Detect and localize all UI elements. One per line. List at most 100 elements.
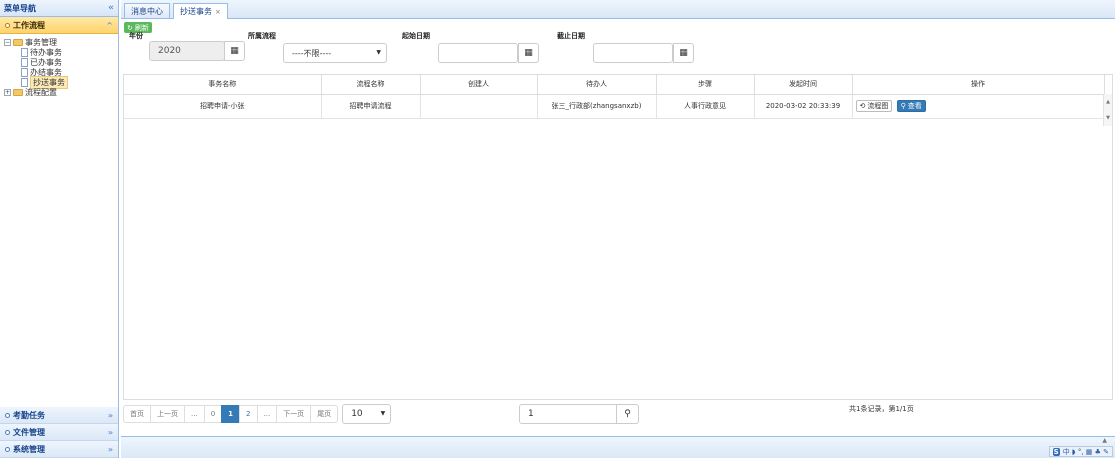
collapse-toggle-icon[interactable]: − bbox=[4, 38, 11, 46]
ime-toolbar[interactable]: S 中 ◗ °, ▦ ♣ ✎ bbox=[1048, 446, 1113, 457]
column-header[interactable]: 待办人 bbox=[537, 75, 657, 95]
year-value: 2020 bbox=[158, 46, 181, 56]
column-header[interactable]: 流程名称 bbox=[321, 75, 421, 95]
caret-down-icon: ▼ bbox=[380, 410, 386, 417]
page-jump-button[interactable]: ⚲ bbox=[617, 404, 639, 424]
close-icon[interactable]: × bbox=[215, 8, 221, 16]
search-icon: ⚲ bbox=[624, 409, 631, 419]
calendar-icon: ▦ bbox=[524, 48, 533, 58]
column-header[interactable]: 创建人 bbox=[420, 75, 538, 95]
caret-down-icon: ▼ bbox=[376, 49, 381, 56]
accordion-label: 系统管理 bbox=[13, 444, 45, 454]
chevron-down-icon[interactable]: » bbox=[108, 411, 113, 420]
sidebar-title: 菜单导航 bbox=[4, 3, 36, 13]
column-header[interactable]: 步骤 bbox=[656, 75, 755, 95]
column-header[interactable]: 发起时间 bbox=[754, 75, 853, 95]
cell-name: 招聘申请-小张 bbox=[124, 94, 322, 119]
pagination: 首页 上一页 ... 0 1 2 ... 下一页 尾页 10 ▼ bbox=[123, 404, 392, 424]
ellipsis: ... bbox=[184, 405, 205, 423]
page-0-button[interactable]: 0 bbox=[203, 405, 223, 423]
ime-status-text: 中 ◗ °, ▦ ♣ ✎ bbox=[1062, 447, 1109, 456]
cell-step: 人事行政意见 bbox=[656, 94, 755, 119]
accordion-attendance[interactable]: 考勤任务 » bbox=[0, 407, 118, 424]
year-calendar-button[interactable]: ▦ bbox=[224, 41, 245, 61]
calendar-icon: ▦ bbox=[230, 46, 239, 56]
tree-item-done[interactable]: 已办事务 bbox=[4, 57, 114, 67]
tab-bar: 消息中心 抄送事务 × bbox=[121, 0, 1115, 19]
search-icon: ⚲ bbox=[900, 102, 906, 110]
sidebar-header: 菜单导航 « bbox=[0, 0, 118, 17]
circle-icon bbox=[5, 412, 10, 418]
page-jump-input[interactable]: 1 bbox=[519, 404, 617, 424]
file-icon bbox=[21, 47, 28, 57]
folder-icon bbox=[13, 38, 23, 46]
current-page-button[interactable]: 1 bbox=[221, 405, 241, 423]
chevron-down-icon[interactable]: » bbox=[108, 445, 113, 454]
chevron-down-icon[interactable]: » bbox=[108, 428, 113, 437]
page-2-button[interactable]: 2 bbox=[239, 405, 258, 423]
year-label: 年份 bbox=[129, 32, 143, 40]
table-row[interactable]: 招聘申请-小张 招聘申请流程 张三_行政部(zhangsanxzb) 人事行政意… bbox=[124, 94, 1105, 119]
scroll-up-icon[interactable]: ▲ bbox=[1104, 94, 1112, 110]
page-size-value: 10 bbox=[351, 409, 363, 419]
end-calendar-button[interactable]: ▦ bbox=[673, 43, 694, 63]
prev-page-button[interactable]: 上一页 bbox=[150, 405, 185, 423]
record-summary: 共1条记录，第1/1页 bbox=[849, 405, 914, 413]
page-jump-value: 1 bbox=[528, 409, 534, 419]
flowchart-icon: ⟲ bbox=[859, 102, 866, 110]
expand-toggle-icon[interactable]: + bbox=[4, 88, 11, 96]
main-panel: 消息中心 抄送事务 × ↻ 刷新 年份 2020 ▦ 所属流程 ----不限--… bbox=[121, 0, 1115, 458]
view-button[interactable]: ⚲ 查看 bbox=[896, 100, 926, 112]
cell-creator bbox=[420, 94, 538, 119]
tree-node-affairs[interactable]: − 事务管理 bbox=[4, 37, 114, 47]
accordion-files[interactable]: 文件管理 » bbox=[0, 424, 118, 441]
collapse-icon[interactable]: « bbox=[108, 3, 114, 13]
cell-actions: ⟲ 流程图 ⚲ 查看 bbox=[852, 94, 1105, 119]
process-label: 所属流程 bbox=[248, 32, 276, 40]
tree-node-process-config[interactable]: + 流程配置 bbox=[4, 87, 114, 97]
menu-tree: − 事务管理 待办事务 已办事务 办结事务 抄送事务 + 流程配置 bbox=[0, 34, 118, 402]
vertical-scrollbar[interactable]: ▲ ▼ bbox=[1103, 94, 1112, 126]
data-grid: 事务名称 流程名称 创建人 待办人 步骤 发起时间 操作 招聘申请-小张 招聘申… bbox=[123, 74, 1113, 400]
circle-icon bbox=[5, 446, 10, 452]
year-input[interactable]: 2020 bbox=[149, 41, 225, 61]
tab-message-center[interactable]: 消息中心 bbox=[124, 3, 170, 18]
scroll-up-icon[interactable]: ▲ bbox=[1102, 437, 1107, 444]
sidebar: 菜单导航 « 工作流程 ^ − 事务管理 待办事务 已办事务 办结事务 抄送事务… bbox=[0, 0, 119, 458]
start-date-label: 起始日期 bbox=[402, 32, 430, 40]
flowchart-label: 流程图 bbox=[867, 102, 889, 110]
process-select[interactable]: ----不限---- ▼ bbox=[283, 43, 387, 63]
ime-logo-icon: S bbox=[1052, 447, 1060, 456]
end-date-label: 截止日期 bbox=[557, 32, 585, 40]
start-date-input[interactable] bbox=[438, 43, 518, 63]
page-size-select[interactable]: 10 ▼ bbox=[342, 404, 392, 424]
first-page-button[interactable]: 首页 bbox=[123, 405, 151, 423]
accordion-system[interactable]: 系统管理 » bbox=[0, 441, 118, 458]
file-icon bbox=[21, 67, 28, 77]
circle-icon bbox=[5, 429, 10, 435]
accordion-workflow[interactable]: 工作流程 ^ bbox=[0, 17, 118, 34]
accordion-label: 工作流程 bbox=[13, 20, 45, 30]
next-page-button[interactable]: 下一页 bbox=[276, 405, 312, 423]
bottom-accordions: 考勤任务 » 文件管理 » 系统管理 » bbox=[0, 407, 118, 458]
cell-assignee: 张三_行政部(zhangsanxzb) bbox=[537, 94, 657, 119]
column-header[interactable]: 事务名称 bbox=[124, 75, 322, 95]
end-date-input[interactable] bbox=[593, 43, 673, 63]
chevron-up-icon[interactable]: ^ bbox=[106, 21, 113, 30]
tree-node-label: 流程配置 bbox=[25, 87, 57, 97]
folder-icon bbox=[13, 88, 23, 96]
process-value: ----不限---- bbox=[292, 48, 332, 58]
flowchart-button[interactable]: ⟲ 流程图 bbox=[855, 100, 893, 112]
scroll-down-icon[interactable]: ▼ bbox=[1104, 110, 1112, 126]
file-icon bbox=[21, 77, 28, 87]
last-page-button[interactable]: 尾页 bbox=[310, 405, 339, 423]
ellipsis: ... bbox=[256, 405, 278, 423]
filter-bar: 年份 2020 ▦ 所属流程 ----不限---- ▼ 起始日期 ▦ 截止日期 … bbox=[121, 32, 1115, 71]
tree-item-todo[interactable]: 待办事务 bbox=[4, 47, 114, 57]
start-calendar-button[interactable]: ▦ bbox=[518, 43, 539, 63]
column-header[interactable]: 操作 bbox=[852, 75, 1105, 95]
table-header-row: 事务名称 流程名称 创建人 待办人 步骤 发起时间 操作 bbox=[124, 75, 1105, 95]
tab-cc-affairs[interactable]: 抄送事务 × bbox=[173, 3, 228, 19]
tree-item-cc[interactable]: 抄送事务 bbox=[4, 75, 114, 89]
tab-label: 消息中心 bbox=[131, 6, 163, 16]
